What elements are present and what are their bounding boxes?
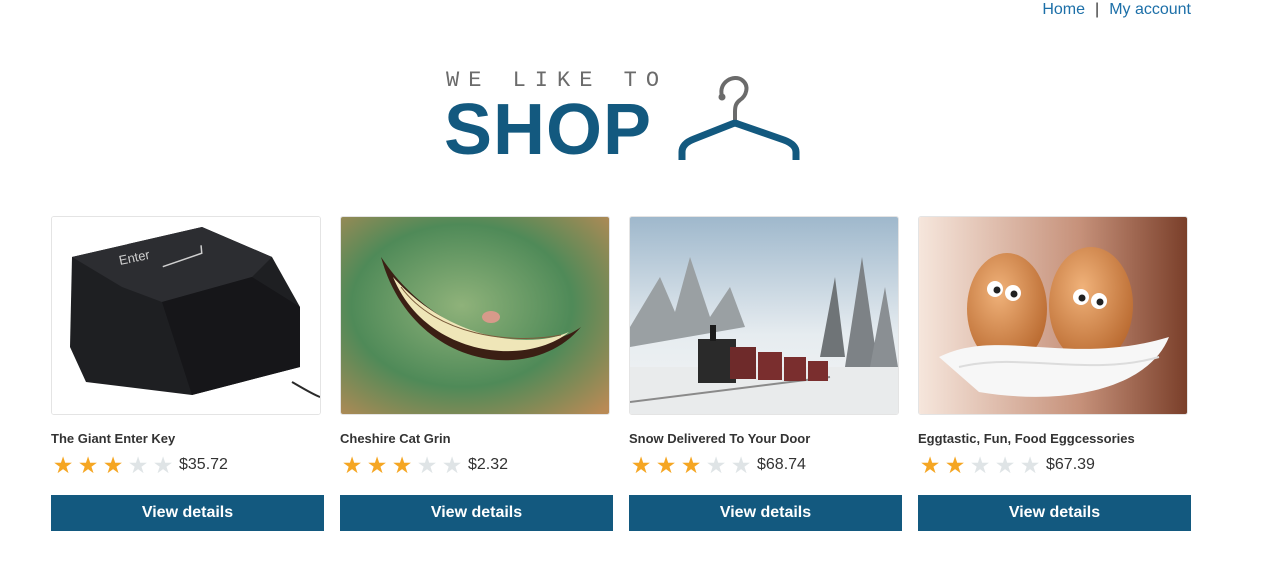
product-rating-row: ★ ★ ★ ★ ★ $35.72	[51, 453, 324, 477]
view-details-button[interactable]: View details	[51, 495, 324, 531]
cheshire-cat-grin-image[interactable]	[340, 216, 610, 415]
star-empty-icon: ★	[969, 452, 991, 478]
star-empty-icon: ★	[1019, 452, 1041, 478]
rating-stars: ★ ★ ★ ★ ★	[340, 452, 464, 478]
star-filled-icon: ★	[341, 452, 363, 478]
eggs-on-feathers-image[interactable]	[918, 216, 1188, 415]
star-filled-icon: ★	[391, 452, 413, 478]
site-logo[interactable]: WE LIKE TO SHOP	[444, 68, 804, 168]
star-filled-icon: ★	[944, 452, 966, 478]
star-empty-icon: ★	[152, 452, 174, 478]
rating-stars: ★ ★ ★ ★ ★	[629, 452, 753, 478]
logo-wordmark: SHOP	[444, 90, 653, 170]
product-rating-row: ★ ★ ★ ★ ★ $67.39	[918, 453, 1191, 477]
star-empty-icon: ★	[127, 452, 149, 478]
rating-stars: ★ ★ ★ ★ ★	[51, 452, 175, 478]
star-empty-icon: ★	[705, 452, 727, 478]
my-account-link[interactable]: My account	[1109, 1, 1191, 19]
snow-train-image[interactable]	[629, 216, 899, 415]
star-empty-icon: ★	[730, 452, 752, 478]
star-empty-icon: ★	[994, 452, 1016, 478]
star-filled-icon: ★	[919, 452, 941, 478]
view-details-button[interactable]: View details	[340, 495, 613, 531]
product-price: $2.32	[468, 456, 509, 473]
product-price: $35.72	[179, 456, 228, 473]
product-title: Eggtastic, Fun, Food Eggcessories	[918, 431, 1135, 446]
product-card: Eggtastic, Fun, Food Eggcessories ★ ★ ★ ★ ★ …	[918, 216, 1191, 531]
page: Home | My account WE LIKE TO SHOP Enter	[0, 0, 1287, 571]
view-details-button[interactable]: View details	[918, 495, 1191, 531]
product-rating-row: ★ ★ ★ ★ ★ $68.74	[629, 453, 902, 477]
nav-separator: |	[1095, 1, 1100, 18]
product-price: $68.74	[757, 456, 806, 473]
product-title: Cheshire Cat Grin	[340, 431, 451, 446]
product-rating-row: ★ ★ ★ ★ ★ $2.32	[340, 453, 613, 477]
product-grid: Enter The Giant Enter Key ★ ★ ★ ★ ★ $35.72 V…	[51, 216, 1191, 531]
giant-enter-key-image[interactable]: Enter	[51, 216, 321, 415]
star-empty-icon: ★	[416, 452, 438, 478]
product-card: Snow Delivered To Your Door ★ ★ ★ ★ ★ $68.74…	[629, 216, 902, 531]
star-filled-icon: ★	[630, 452, 652, 478]
star-empty-icon: ★	[441, 452, 463, 478]
top-nav: Home | My account	[1042, 0, 1191, 20]
hanger-icon	[678, 76, 800, 160]
product-card: Enter The Giant Enter Key ★ ★ ★ ★ ★ $35.72 V…	[51, 216, 324, 531]
home-link[interactable]: Home	[1042, 1, 1085, 19]
star-filled-icon: ★	[366, 452, 388, 478]
product-price: $67.39	[1046, 456, 1095, 473]
view-details-button[interactable]: View details	[629, 495, 902, 531]
star-filled-icon: ★	[52, 452, 74, 478]
star-filled-icon: ★	[655, 452, 677, 478]
product-card: Cheshire Cat Grin ★ ★ ★ ★ ★ $2.32 View detai…	[340, 216, 613, 531]
star-filled-icon: ★	[680, 452, 702, 478]
product-title: Snow Delivered To Your Door	[629, 431, 811, 446]
product-title: The Giant Enter Key	[51, 431, 176, 446]
rating-stars: ★ ★ ★ ★ ★	[918, 452, 1042, 478]
star-filled-icon: ★	[77, 452, 99, 478]
star-filled-icon: ★	[102, 452, 124, 478]
